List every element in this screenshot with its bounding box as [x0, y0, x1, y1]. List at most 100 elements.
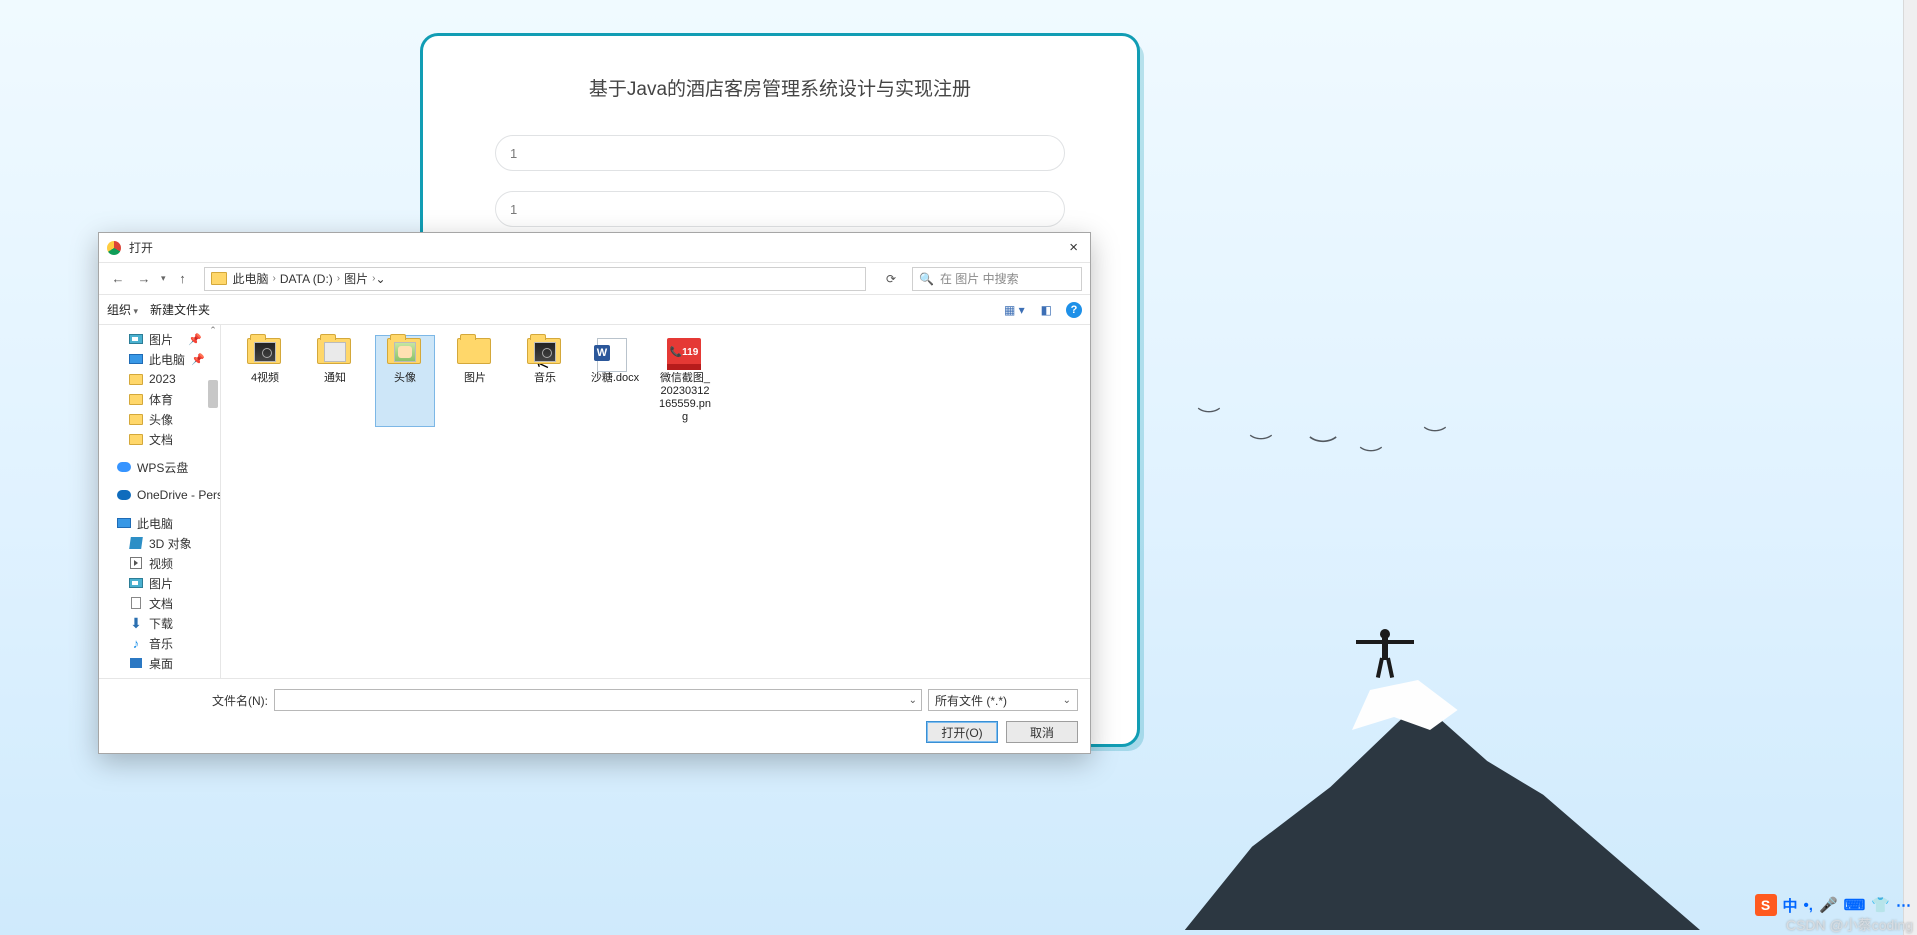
back-button[interactable]: ← — [107, 268, 129, 290]
tree-item[interactable]: 桌面 — [99, 653, 220, 673]
folder-icon — [129, 372, 143, 386]
password-value: 1 — [510, 202, 517, 217]
new-folder-button[interactable]: 新建文件夹 — [150, 301, 210, 318]
tree-item-label: WPS云盘 — [137, 459, 188, 476]
dialog-title: 打开 — [129, 239, 1065, 256]
open-button[interactable]: 打开(O) — [926, 721, 998, 743]
png-image-icon: 📞119 — [667, 338, 701, 366]
up-button[interactable]: ↑ — [172, 268, 194, 290]
chevron-down-icon[interactable]: ⌄ — [1063, 695, 1071, 706]
folder-icon — [317, 338, 351, 364]
history-dropdown[interactable]: ▾ — [159, 273, 168, 284]
dialog-footer: 文件名(N): ⌄ 所有文件 (*.*) ⌄ 打开(O) 取消 — [99, 678, 1090, 753]
tree-item[interactable]: 文档 — [99, 429, 220, 449]
username-field[interactable]: 1 — [495, 135, 1065, 171]
ime-voice-button[interactable]: 🎤 — [1819, 896, 1838, 914]
file-label: 头像 — [394, 372, 416, 385]
forward-button[interactable]: → — [133, 268, 155, 290]
breadcrumb[interactable]: 图片 — [344, 270, 368, 287]
tree-item[interactable]: 视频 — [99, 553, 220, 573]
tree-item[interactable]: 图片📌 — [99, 329, 220, 349]
tree-item-label: 体育 — [149, 391, 173, 408]
ime-punct-button[interactable]: •, — [1804, 897, 1813, 914]
person-silhouette-decoration — [1350, 622, 1420, 692]
path-box[interactable]: 此电脑 › DATA (D:) › 图片 › ⌄ — [204, 267, 866, 291]
organize-button[interactable]: 组织 — [107, 301, 138, 318]
file-item[interactable]: 通知 — [305, 335, 365, 427]
desk-icon — [129, 656, 143, 670]
filename-input[interactable]: ⌄ — [274, 689, 922, 711]
file-item[interactable]: 沙糖.docx — [585, 335, 645, 427]
search-icon: 🔍 — [919, 272, 934, 286]
password-field[interactable]: 1 — [495, 191, 1065, 227]
tree-item[interactable]: 此电脑 — [99, 513, 220, 533]
tree-item-label: 下载 — [149, 615, 173, 632]
tree-item-label: 文档 — [149, 595, 173, 612]
close-button[interactable]: × — [1065, 239, 1082, 256]
sogou-ime-icon[interactable]: S — [1755, 894, 1777, 916]
folder-tree[interactable]: ⌃ 图片📌此电脑📌2023体育头像文档WPS云盘OneDrive - Pers…… — [99, 325, 221, 678]
dialog-toolbar: 组织 新建文件夹 ▦ ▾ ◧ ? — [99, 295, 1090, 325]
ime-skin-button[interactable]: 👕 — [1871, 896, 1890, 914]
tree-item[interactable]: 此电脑 📌 — [99, 349, 220, 369]
tree-item[interactable]: 2023 — [99, 369, 220, 389]
preview-pane-button[interactable]: ◧ — [1039, 303, 1054, 317]
tree-item[interactable]: 文档 — [99, 593, 220, 613]
tree-item[interactable]: OneDrive - Pers… — [99, 485, 220, 505]
file-item[interactable]: 音乐 — [515, 335, 575, 427]
file-item[interactable]: 头像 — [375, 335, 435, 427]
tree-item-label: 头像 — [149, 411, 173, 428]
breadcrumb[interactable]: 此电脑 — [233, 270, 269, 287]
file-label: 图片 — [464, 372, 486, 385]
doc-icon — [129, 596, 143, 610]
tree-item-label: 桌面 — [149, 655, 173, 672]
onedrive-icon — [117, 488, 131, 502]
chevron-down-icon[interactable]: ⌄ — [909, 695, 917, 706]
page-scrollbar[interactable] — [1903, 0, 1917, 935]
tree-item-label: 图片 — [149, 575, 173, 592]
tree-item-label: 此电脑 — [137, 515, 173, 532]
ime-toolbar[interactable]: S 中 •, 🎤 ⌨ 👕 ⋯ — [1749, 893, 1917, 917]
3d-icon — [129, 536, 143, 550]
cancel-button[interactable]: 取消 — [1006, 721, 1078, 743]
path-dropdown[interactable]: ⌄ — [375, 272, 385, 286]
pin-icon: 📌 — [191, 353, 205, 366]
tree-item[interactable]: 头像 — [99, 409, 220, 429]
folder-icon — [387, 338, 421, 364]
tree-item[interactable]: OS (C:) — [99, 673, 220, 678]
file-type-filter[interactable]: 所有文件 (*.*) ⌄ — [928, 689, 1078, 711]
page-title: 基于Java的酒店客房管理系统设计与实现注册 — [423, 74, 1137, 101]
tree-item-label: 此电脑 — [149, 351, 185, 368]
search-input[interactable]: 🔍 在 图片 中搜索 — [912, 267, 1082, 291]
file-item[interactable]: 图片 — [445, 335, 505, 427]
tree-item[interactable]: 体育 — [99, 389, 220, 409]
tree-item[interactable]: 3D 对象 — [99, 533, 220, 553]
help-button[interactable]: ? — [1066, 302, 1082, 318]
tree-item-label: 视频 — [149, 555, 173, 572]
tree-item[interactable]: WPS云盘 — [99, 457, 220, 477]
file-list[interactable]: ↖ 4视频通知头像图片音乐沙糖.docx📞119微信截图_20230312165… — [221, 325, 1090, 678]
tree-item[interactable]: ♪音乐 — [99, 633, 220, 653]
refresh-button[interactable]: ⟳ — [880, 272, 902, 286]
ime-lang-button[interactable]: 中 — [1783, 895, 1798, 916]
pc-icon — [117, 516, 131, 530]
file-open-dialog: 打开 × ← → ▾ ↑ 此电脑 › DATA (D:) › 图片 › ⌄ ⟳ … — [98, 232, 1091, 754]
tree-item-label: OS (C:) — [149, 676, 190, 678]
watermark: CSDN @小蔡coding — [1786, 915, 1913, 935]
view-options-button[interactable]: ▦ ▾ — [1002, 303, 1027, 317]
breadcrumb[interactable]: DATA (D:) — [280, 272, 333, 286]
ime-keyboard-button[interactable]: ⌨ — [1844, 896, 1866, 914]
ime-more-button[interactable]: ⋯ — [1896, 896, 1911, 914]
pin-icon: 📌 — [188, 333, 202, 346]
folder-icon — [129, 412, 143, 426]
tree-item[interactable]: ⬇下载 — [99, 613, 220, 633]
folder-icon — [527, 338, 561, 364]
file-item[interactable]: 4视频 — [235, 335, 295, 427]
tree-item[interactable]: 图片 — [99, 573, 220, 593]
bird-icon: ︶ — [1423, 422, 1446, 448]
file-item[interactable]: 📞119微信截图_20230312165559.png — [655, 335, 715, 427]
music-icon: ♪ — [129, 636, 143, 650]
file-label: 通知 — [324, 372, 346, 385]
chrome-icon — [107, 241, 121, 255]
tree-scrollbar[interactable]: ⌃ — [206, 325, 220, 678]
